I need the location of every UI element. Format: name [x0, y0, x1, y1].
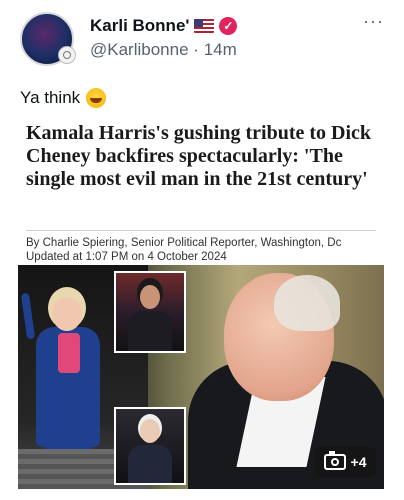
article-byline: By Charlie Spiering, Senior Political Re… — [26, 236, 341, 264]
post-time[interactable]: 14m — [204, 40, 237, 59]
photo-figure — [140, 285, 160, 309]
photo-figure — [58, 333, 80, 373]
photo-figure — [274, 275, 340, 331]
gallery-count-badge[interactable]: +4 — [314, 447, 376, 477]
gallery-count: +4 — [350, 454, 367, 470]
laughing-emoji-icon — [86, 88, 107, 108]
handle[interactable]: @Karlibonne — [90, 40, 189, 59]
photo-figure — [52, 297, 82, 331]
us-flag-icon — [194, 19, 215, 33]
post-text: Ya think — [20, 88, 107, 108]
divider — [26, 230, 376, 231]
post-text-content: Ya think — [20, 88, 81, 107]
verified-badge-icon: ✓ — [219, 17, 238, 35]
author-row: Karli Bonne' ✓ — [90, 16, 238, 36]
photo-figure — [128, 445, 172, 483]
inset-photo-top — [114, 271, 186, 353]
photo-figure — [20, 292, 36, 340]
inset-photo-bottom — [114, 407, 186, 485]
post[interactable]: Karli Bonne' ✓ @Karlibonne · 14m ··· Ya … — [0, 0, 404, 500]
time-separator: · — [193, 40, 199, 59]
display-name[interactable]: Karli Bonne' — [90, 16, 189, 36]
byline-author: By Charlie Spiering, Senior Political Re… — [26, 237, 342, 249]
article-headline: Kamala Harris's gushing tribute to Dick … — [26, 122, 372, 190]
article-photo[interactable]: +4 — [18, 265, 384, 489]
photo-figure — [140, 419, 160, 443]
more-options-icon[interactable]: ··· — [363, 12, 384, 30]
avatar-badge-icon — [58, 46, 76, 64]
article-card[interactable]: Kamala Harris's gushing tribute to Dick … — [18, 112, 384, 489]
handle-row: @Karlibonne · 14m — [90, 40, 237, 60]
photo-figure — [128, 311, 172, 351]
byline-updated: Updated at 1:07 PM on 4 October 2024 — [26, 251, 227, 263]
camera-icon — [323, 451, 346, 470]
